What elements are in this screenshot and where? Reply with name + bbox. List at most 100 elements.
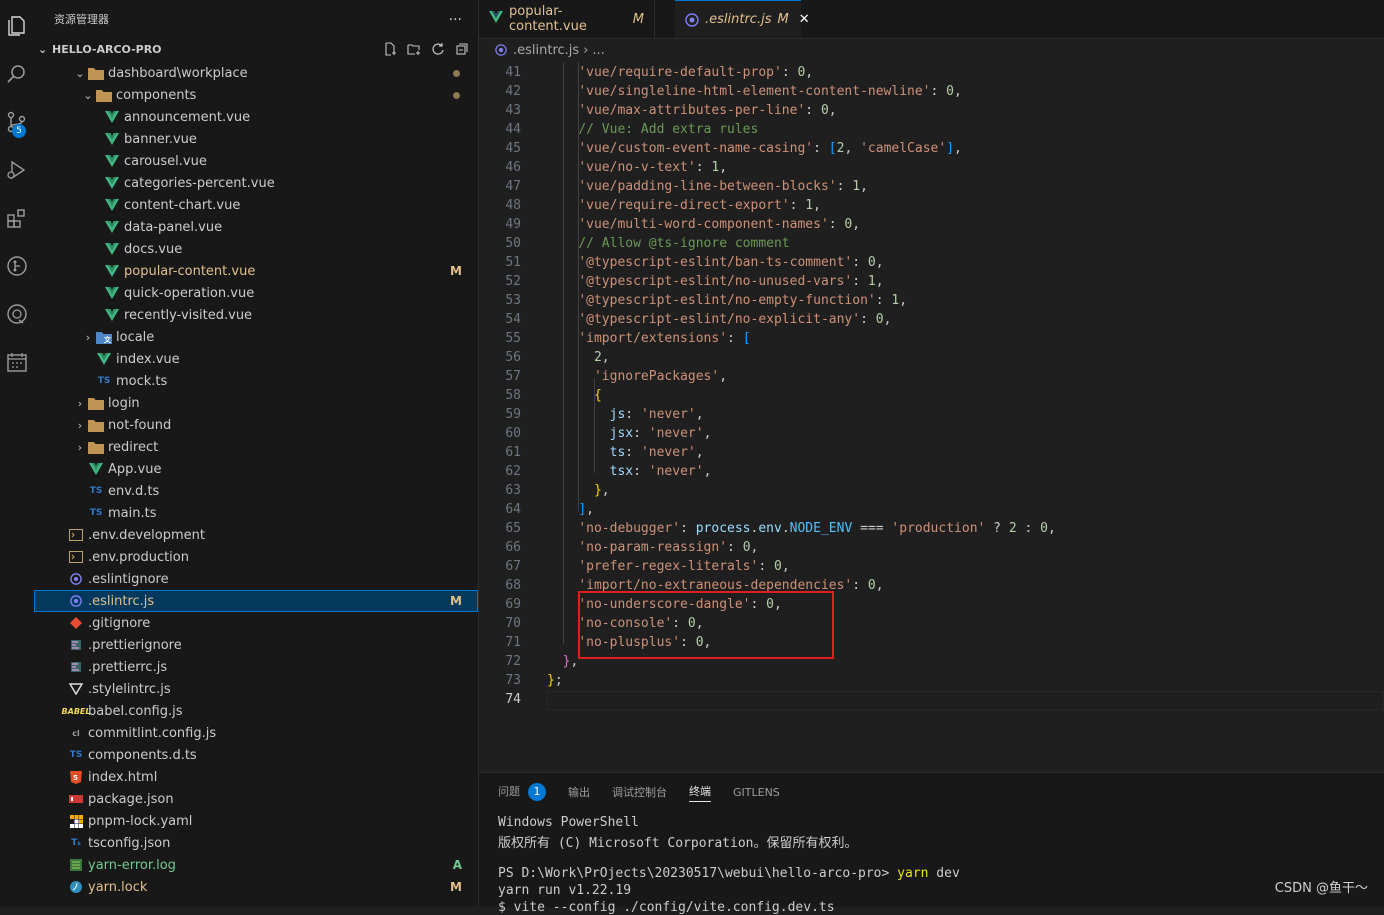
code-editor[interactable]: 41 'vue/require-default-prop': 0, 42 'vue… xyxy=(479,62,1384,772)
chevron-down-icon[interactable]: ⌄ xyxy=(80,89,96,102)
chevron-right-icon[interactable]: › xyxy=(72,441,88,454)
tab-popular-content[interactable]: popular-content.vue M xyxy=(479,0,655,38)
code-token: } xyxy=(547,673,555,688)
file-item[interactable]: content-chart.vue xyxy=(34,194,478,216)
file-item[interactable]: Ts tsconfig.json xyxy=(34,832,478,854)
collapse-all-icon[interactable] xyxy=(454,41,470,57)
code-line: 'vue/singleline-html-element-content-new… xyxy=(547,84,962,99)
code-token: tsx xyxy=(609,464,634,479)
code-line: }, xyxy=(547,483,610,498)
chevron-right-icon[interactable]: › xyxy=(72,419,88,432)
file-item[interactable]: yarn-error.log A xyxy=(34,854,478,876)
file-item[interactable]: .prettierignore xyxy=(34,634,478,656)
file-item[interactable]: carousel.vue xyxy=(34,150,478,172)
folder-item[interactable]: › 文 locale xyxy=(34,326,478,348)
calendar-icon[interactable] xyxy=(0,342,34,382)
folder-item[interactable]: ⌄ dashboard\workplace xyxy=(34,62,478,84)
vue-icon xyxy=(104,219,120,235)
breadcrumb-more[interactable]: ... xyxy=(592,43,604,58)
code-token: : xyxy=(727,331,743,346)
extensions-icon[interactable] xyxy=(0,198,34,238)
file-item[interactable]: TS mock.ts xyxy=(34,370,478,392)
refresh-icon[interactable] xyxy=(430,41,446,57)
file-item[interactable]: yarn.lock M xyxy=(34,876,478,898)
panel-tab[interactable]: 终端 xyxy=(689,783,711,802)
file-item[interactable]: index.vue xyxy=(34,348,478,370)
line-number: 71 xyxy=(505,635,521,650)
code-line: 'no-debugger': process.env.NODE_ENV === … xyxy=(547,521,1055,536)
tab-eslintrc[interactable]: .eslintrc.js M ✕ xyxy=(675,0,810,38)
folder-item[interactable]: › redirect xyxy=(34,436,478,458)
file-item[interactable]: BABEL babel.config.js xyxy=(34,700,478,722)
file-item[interactable]: quick-operation.vue xyxy=(34,282,478,304)
file-item[interactable]: pnpm-lock.yaml xyxy=(34,810,478,832)
project-header[interactable]: ⌄ HELLO-ARCO-PRO xyxy=(34,38,478,60)
code-token: 'vue/require-direct-export' xyxy=(578,198,790,213)
code-line: 'vue/no-v-text': 1, xyxy=(547,160,727,175)
file-item[interactable]: .prettierrc.js xyxy=(34,656,478,678)
file-item[interactable]: cl commitlint.config.js xyxy=(34,722,478,744)
code-token: , xyxy=(781,559,790,574)
more-actions-icon[interactable]: ··· xyxy=(449,12,462,28)
file-item[interactable]: banner.vue xyxy=(34,128,478,150)
code-line: { xyxy=(547,388,602,403)
search-icon[interactable] xyxy=(0,54,34,94)
eslint-icon xyxy=(68,571,84,587)
line-number: 59 xyxy=(505,407,521,422)
code-token: 1 xyxy=(867,274,876,289)
file-item[interactable]: TS main.ts xyxy=(34,502,478,524)
file-item[interactable]: data-panel.vue xyxy=(34,216,478,238)
code-line: 'vue/padding-line-between-blocks': 1, xyxy=(547,179,868,194)
file-item[interactable]: .env.production xyxy=(34,546,478,568)
panel-tab[interactable]: 调试控制台 xyxy=(612,784,667,800)
panel-tab[interactable]: 输出 xyxy=(568,784,590,800)
file-item[interactable]: 5 index.html xyxy=(34,766,478,788)
folder-item[interactable]: › not-found xyxy=(34,414,478,436)
folder-item[interactable]: ⌄ components xyxy=(34,84,478,106)
breadcrumb-file[interactable]: .eslintrc.js xyxy=(513,43,579,58)
gitlens-icon[interactable] xyxy=(0,246,34,286)
new-folder-icon[interactable] xyxy=(406,41,422,57)
chevron-down-icon[interactable]: ⌄ xyxy=(72,67,88,80)
chevron-right-icon[interactable]: › xyxy=(72,397,88,410)
close-icon[interactable]: ✕ xyxy=(799,12,810,27)
chevron-down-icon: ⌄ xyxy=(38,42,48,56)
file-item[interactable]: .eslintignore xyxy=(34,568,478,590)
file-item[interactable]: popular-content.vue M xyxy=(34,260,478,282)
env-icon xyxy=(68,549,84,565)
code-line: '@typescript-eslint/no-empty-function': … xyxy=(547,293,907,308)
file-item[interactable]: announcement.vue xyxy=(34,106,478,128)
file-item[interactable]: .stylelintrc.js xyxy=(34,678,478,700)
file-item[interactable]: recently-visited.vue xyxy=(34,304,478,326)
file-item[interactable]: docs.vue xyxy=(34,238,478,260)
new-file-icon[interactable] xyxy=(382,41,398,57)
file-item[interactable]: .eslintrc.js M xyxy=(34,590,478,612)
file-label: main.ts xyxy=(108,505,157,521)
code-token: , xyxy=(601,483,610,498)
line-number: 61 xyxy=(505,445,521,460)
breadcrumb: .eslintrc.js › ... xyxy=(479,39,1384,61)
file-item[interactable]: App.vue xyxy=(34,458,478,480)
file-item[interactable]: .gitignore xyxy=(34,612,478,634)
panel-tab[interactable]: GITLENS xyxy=(733,786,780,799)
code-line: 'import/extensions': [ xyxy=(547,331,750,346)
remote-icon[interactable] xyxy=(0,294,34,334)
line-number: 55 xyxy=(505,331,521,346)
file-item[interactable]: .env.development xyxy=(34,524,478,546)
panel-tab[interactable]: 问题 1 xyxy=(498,783,546,801)
tab-label: .eslintrc.js xyxy=(705,12,772,27)
explorer-icon[interactable] xyxy=(0,6,34,46)
chevron-right-icon[interactable]: › xyxy=(80,331,96,344)
run-debug-icon[interactable] xyxy=(0,150,34,190)
env-icon xyxy=(68,527,84,543)
file-item[interactable]: TS components.d.ts xyxy=(34,744,478,766)
code-line: // Allow @ts-ignore comment xyxy=(547,236,789,251)
file-item[interactable]: categories-percent.vue xyxy=(34,172,478,194)
code-token: 'prefer-regex-literals' xyxy=(578,559,759,574)
folder-item[interactable]: › login xyxy=(34,392,478,414)
code-token: 'vue/singleline-html-element-content-new… xyxy=(578,84,931,99)
svg-text:5: 5 xyxy=(73,774,78,782)
file-item[interactable]: package.json xyxy=(34,788,478,810)
file-item[interactable]: TS env.d.ts xyxy=(34,480,478,502)
file-label: popular-content.vue xyxy=(124,263,256,279)
